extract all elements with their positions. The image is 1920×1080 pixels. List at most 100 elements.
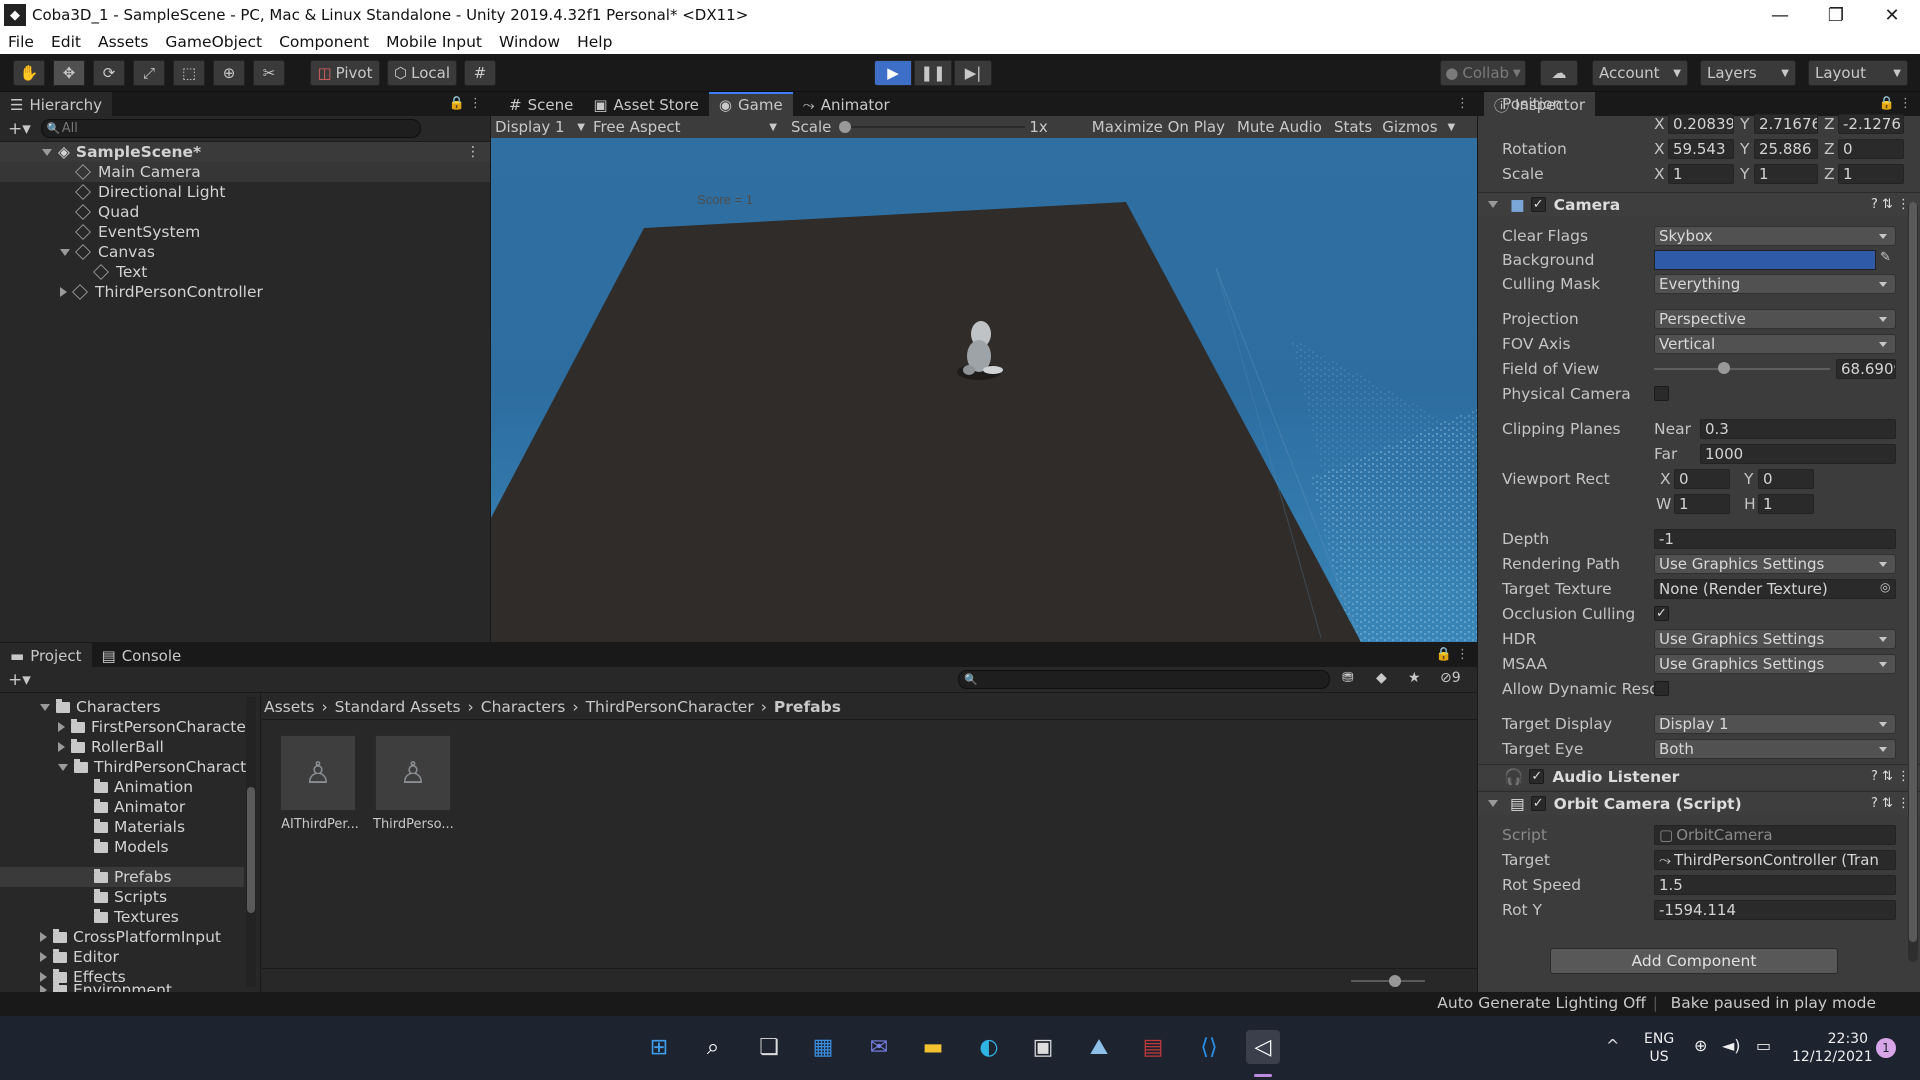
viewport-w-field[interactable]: 1 [1674,494,1730,514]
prefab-thumbnail-thirdperson[interactable]: ♙ [375,735,451,811]
near-field[interactable]: 0.3 [1700,419,1896,439]
camera-component-header[interactable]: ■ ✓ Camera ? ⇅ ⋮ [1478,192,1920,216]
background-color-field[interactable] [1654,250,1876,270]
folder-textures[interactable]: Textures [94,907,179,927]
position-x-field[interactable]: 0.20839 [1668,114,1734,134]
target-texture-field[interactable]: None (Render Texture) [1654,579,1896,599]
restore-icon[interactable]: ❐ [1808,0,1864,30]
tab-hierarchy[interactable]: ☰ Hierarchy [0,92,112,116]
tab-console[interactable]: ▤ Console [91,643,192,667]
custom-tool-icon[interactable]: ✂ [253,60,285,86]
audio-listener-header[interactable]: 🎧 ✓ Audio Listener ? ⇅ ⋮ [1478,764,1920,788]
scale-slider[interactable] [839,117,1029,137]
position-z-field[interactable]: -2.1276 [1838,114,1904,134]
menu-edit[interactable]: Edit [51,33,81,51]
culling-mask-dropdown[interactable]: Everything [1654,274,1896,294]
fov-axis-dropdown[interactable]: Vertical [1654,334,1896,354]
folder-animation[interactable]: Animation [94,777,193,797]
clear-flags-dropdown[interactable]: Skybox [1654,226,1896,246]
folder-rollerball[interactable]: RollerBall [58,737,164,757]
menu-file[interactable]: File [8,33,34,51]
grid-snap-icon[interactable]: # [464,60,496,86]
folder-scripts[interactable]: Scripts [94,887,167,907]
cloud-icon[interactable]: ☁ [1540,60,1578,86]
pivot-button[interactable]: ◫ Pivot [310,60,380,86]
folder-crossplatforminput[interactable]: CrossPlatformInput [40,927,221,947]
lighting-status[interactable]: Auto Generate Lighting Off [1437,994,1646,1012]
rendering-path-dropdown[interactable]: Use Graphics Settings [1654,554,1896,574]
folder-materials[interactable]: Materials [94,817,185,837]
create-icon[interactable]: +▾ [8,670,31,690]
menu-mobile-input[interactable]: Mobile Input [386,33,482,51]
play-button[interactable]: ▶ [874,60,912,86]
folder-prefabs[interactable]: Prefabs [94,867,172,887]
tree-scrollbar[interactable] [246,697,256,987]
add-component-button[interactable]: Add Component [1550,948,1838,974]
lock-icon[interactable]: 🔒 ⋮ [1879,96,1912,111]
game-canvas[interactable]: Score = 1 [491,138,1477,642]
maximize-on-play-button[interactable]: Maximize On Play [1092,118,1225,136]
hierarchy-search-input[interactable]: 🔍 All [40,119,421,138]
hierarchy-item-canvas[interactable]: Canvas [60,242,155,262]
photos-icon[interactable]: ⛰ [1082,1030,1116,1064]
scale-z-field[interactable]: 1 [1838,164,1904,184]
fov-field[interactable]: 68.6909 [1836,359,1896,379]
unity-taskbar-icon[interactable]: ◁ [1246,1030,1280,1064]
lock-icon[interactable]: 🔒 ⋮ [1436,647,1469,662]
folder-characters[interactable]: Characters [40,697,161,717]
inspector-scrollbar[interactable] [1908,202,1918,962]
bake-status[interactable]: Bake paused in play mode [1671,994,1876,1012]
tab-animator[interactable]: ⤳ Animator [792,92,900,116]
target-display-dropdown[interactable]: Display 1 [1654,714,1896,734]
rot-y-field[interactable]: -1594.114 [1654,900,1896,920]
hierarchy-item-quad[interactable]: Quad [75,202,139,222]
tab-game[interactable]: ◉ Game [708,92,793,116]
eyedropper-icon[interactable]: ✎ [1880,250,1891,265]
target-eye-dropdown[interactable]: Both [1654,739,1896,759]
depth-field[interactable]: -1 [1654,529,1896,549]
viewport-x-field[interactable]: 0 [1674,469,1730,489]
gizmos-button[interactable]: Gizmos [1382,118,1437,136]
breadcrumb-item[interactable]: ThirdPersonCharacter [586,698,754,716]
vscode-icon[interactable]: ⟨⟩ [1192,1030,1226,1064]
object-picker-icon[interactable]: ◎ [1880,580,1890,594]
menu-help[interactable]: Help [577,33,612,51]
hierarchy-item-text[interactable]: Text [93,262,147,282]
rot-speed-field[interactable]: 1.5 [1654,875,1896,895]
tray-chevron-icon[interactable]: ^ [1606,1036,1619,1055]
notification-badge[interactable]: 1 [1876,1038,1896,1058]
menu-assets[interactable]: Assets [98,33,148,51]
position-y-field[interactable]: 2.71676 [1754,114,1818,134]
slider-thumb[interactable] [839,121,852,133]
mute-audio-button[interactable]: Mute Audio [1237,118,1322,136]
folder-models[interactable]: Models [94,837,169,857]
favorite-icon[interactable]: ★ [1408,670,1421,686]
panel-menu-icon[interactable]: ⋮ [1456,96,1469,111]
folder-editor[interactable]: Editor [40,947,119,967]
aspect-dropdown[interactable]: Free Aspect ▼ [587,118,783,136]
hidden-packages-icon[interactable]: ⊘9 [1440,670,1461,686]
language-indicator[interactable]: ENG US [1644,1030,1674,1066]
far-field[interactable]: 1000 [1700,444,1896,464]
start-icon[interactable]: ⊞ [642,1030,676,1064]
account-dropdown[interactable]: Account ▼ [1592,60,1688,86]
hierarchy-item-eventsystem[interactable]: EventSystem [75,222,200,242]
widgets-icon[interactable]: ▦ [806,1030,840,1064]
search-icon[interactable]: ⌕ [696,1030,730,1064]
folder-firstpersoncharacter[interactable]: FirstPersonCharacte [58,717,246,737]
menu-component[interactable]: Component [279,33,369,51]
hierarchy-item-directional-light[interactable]: Directional Light [75,182,225,202]
orbit-camera-header[interactable]: ▤ ✓ Orbit Camera (Script) ? ⇅ ⋮ [1478,791,1920,815]
rotation-x-field[interactable]: 59.543 [1668,139,1734,159]
transform-tool-icon[interactable]: ⊕ [213,60,245,86]
layout-dropdown[interactable]: Layout ▼ [1808,60,1908,86]
scale-y-field[interactable]: 1 [1754,164,1818,184]
network-icon[interactable]: ⊕ [1694,1036,1707,1055]
collab-button[interactable]: ● Collab ▼ [1440,60,1526,86]
display-dropdown[interactable]: Display 1 ▼ [491,118,587,136]
step-button[interactable]: ▶| [954,60,992,86]
stats-button[interactable]: Stats [1334,118,1372,136]
move-tool-icon[interactable]: ✥ [53,60,85,86]
component-icons[interactable]: ? ⇅ ⋮ [1871,769,1910,784]
tab-project[interactable]: ▬ Project [0,643,92,667]
